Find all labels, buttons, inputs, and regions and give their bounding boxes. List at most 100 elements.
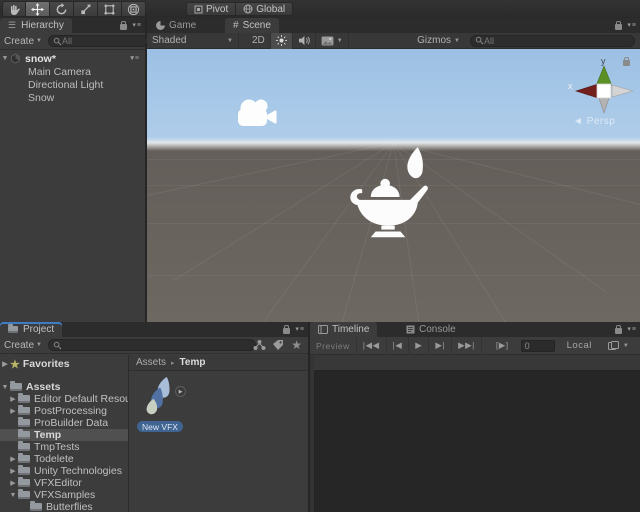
timeline-options-button[interactable]: ▼ (608, 341, 629, 351)
expand-arrow-icon[interactable] (8, 395, 18, 403)
panel-menu-icon[interactable]: ▾≡ (627, 325, 637, 334)
play-range-icon: [▶] (496, 340, 509, 351)
play-button[interactable]: ▶ (409, 337, 429, 355)
scene-search-field[interactable] (470, 35, 635, 47)
tab-timeline[interactable]: Timeline (310, 322, 377, 337)
hierarchy-search-input[interactable] (62, 36, 143, 46)
tab-project[interactable]: Project (0, 322, 62, 337)
search-by-label-button[interactable] (272, 339, 284, 351)
audio-toggle-button[interactable] (293, 33, 316, 49)
item-label: Snow (28, 92, 54, 104)
move-tool-button[interactable] (26, 1, 50, 17)
lighting-toggle-button[interactable] (271, 33, 293, 49)
breadcrumb-root[interactable]: Assets (136, 357, 166, 368)
expand-arrow-icon[interactable] (0, 384, 10, 391)
goto-start-button[interactable]: |◀◀ (357, 337, 387, 355)
expand-arrow-icon[interactable] (8, 455, 18, 463)
project-tree-item[interactable]: ProBuilder Data (0, 417, 128, 429)
hierarchy-item-main-camera[interactable]: Main Camera (0, 65, 145, 78)
hierarchy-create-button[interactable]: Create ▼ (4, 36, 42, 47)
project-tree-item[interactable]: Unity Technologies (0, 465, 128, 477)
reference-mode-dropdown[interactable]: Local (561, 337, 598, 355)
goto-end-button[interactable]: ▶▶| (452, 337, 482, 355)
expand-arrow-icon[interactable] (8, 492, 18, 499)
tab-scene[interactable]: # Scene (225, 18, 279, 33)
expand-arrow-icon[interactable] (0, 360, 10, 368)
expand-arrow-icon[interactable] (8, 479, 18, 487)
lock-icon[interactable] (615, 24, 622, 30)
effects-dropdown-button[interactable]: ▼ (316, 33, 349, 49)
tab-hierarchy[interactable]: ☰ Hierarchy (0, 18, 72, 33)
breadcrumb-separator-icon: ▸ (171, 359, 175, 367)
scene-root-row[interactable]: snow* ▾≡ (0, 52, 145, 65)
project-toolbar: Create ▼ ★ (0, 337, 308, 354)
expand-arrow-icon[interactable] (8, 467, 18, 475)
project-tree-item[interactable]: Todelete (0, 453, 128, 465)
2d-toggle-button[interactable]: 2D (247, 33, 271, 49)
favorites-star-button[interactable]: ★ (291, 338, 302, 352)
lock-icon[interactable] (615, 328, 622, 334)
chevron-down-icon: ▼ (337, 38, 343, 44)
panel-menu-icon[interactable]: ▾≡ (627, 21, 637, 30)
favorites-root-row[interactable]: ★ Favorites (0, 358, 128, 370)
expand-arrow-icon[interactable] (0, 55, 10, 62)
panel-menu-icon[interactable]: ▾≡ (295, 325, 305, 334)
timeline-ruler-strip[interactable] (314, 355, 640, 371)
axis-x-cone[interactable] (576, 84, 598, 98)
gizmo-lock-icon[interactable] (623, 60, 630, 66)
previous-frame-button[interactable]: |◀ (387, 337, 410, 355)
project-search-field[interactable] (48, 339, 256, 351)
asset-expand-button[interactable]: ▶ (175, 386, 186, 397)
asset-label-new-vfx[interactable]: New VFX (137, 421, 183, 432)
project-search-input[interactable] (62, 340, 251, 350)
axis-z-cone[interactable] (612, 85, 633, 97)
preview-toggle-button[interactable]: Preview (310, 337, 357, 355)
rotate-tool-button[interactable] (50, 1, 74, 17)
project-create-button[interactable]: Create ▼ (4, 340, 42, 351)
tree-item-label: Butterflies (46, 501, 93, 512)
tab-console[interactable]: Console (398, 322, 464, 337)
draw-mode-dropdown[interactable]: Shaded ▼ (147, 33, 239, 49)
search-by-type-button[interactable] (253, 339, 266, 351)
frame-number-field[interactable]: 0 (521, 340, 555, 352)
hierarchy-item-snow[interactable]: Snow (0, 91, 145, 104)
vfx-lamp-gizmo-icon[interactable] (343, 147, 435, 247)
scene-context-menu-icon[interactable]: ▾≡ (130, 54, 140, 63)
project-tree-item[interactable]: PostProcessing (0, 405, 128, 417)
project-tree-item[interactable]: Editor Default Resources (0, 393, 128, 405)
gizmos-dropdown[interactable]: Gizmos ▼ (417, 35, 460, 46)
scene-search-input[interactable] (484, 36, 630, 46)
play-icon: ▶ (415, 340, 422, 351)
hierarchy-search-field[interactable] (48, 35, 148, 47)
expand-arrow-icon[interactable] (8, 407, 18, 415)
axis-center-cube[interactable] (597, 84, 611, 98)
tab-game[interactable]: Game (148, 18, 204, 33)
project-tree-item[interactable]: Butterflies (0, 501, 128, 512)
project-tree-item[interactable]: TmpTests (0, 441, 128, 453)
project-tree-item-assets[interactable]: Assets (0, 381, 128, 393)
rect-tool-button[interactable] (98, 1, 122, 17)
transform-tool-button[interactable] (122, 1, 146, 17)
timeline-content[interactable] (310, 355, 640, 512)
global-toggle-button[interactable]: Global (236, 2, 293, 16)
play-range-button[interactable]: [▶] (490, 337, 515, 355)
scene-viewport[interactable]: y x ◄ Persp (147, 49, 640, 322)
lock-icon[interactable] (120, 24, 127, 30)
axis-y-cone[interactable] (596, 66, 612, 86)
project-tree-item[interactable]: VFXSamples (0, 489, 128, 501)
hierarchy-item-directional-light[interactable]: Directional Light (0, 78, 145, 91)
hand-tool-button[interactable] (2, 1, 26, 17)
perspective-mode-button[interactable]: ◄ Persp (573, 116, 615, 127)
project-tree-item[interactable]: VFXEditor (0, 477, 128, 489)
scale-tool-button[interactable] (74, 1, 98, 17)
project-tree-item-temp[interactable]: Temp (0, 429, 128, 441)
panel-menu-icon[interactable]: ▾≡ (132, 21, 142, 30)
next-frame-button[interactable]: ▶| (429, 337, 452, 355)
lock-icon[interactable] (283, 328, 290, 334)
pivot-toggle-button[interactable]: Pivot (186, 2, 236, 16)
camera-gizmo-icon[interactable] (235, 96, 281, 132)
vfx-asset-icon[interactable] (140, 376, 180, 416)
main-toolbar: Pivot Global (0, 0, 640, 18)
play-icon: ▶ (179, 389, 183, 395)
breadcrumb-current[interactable]: Temp (180, 357, 206, 368)
